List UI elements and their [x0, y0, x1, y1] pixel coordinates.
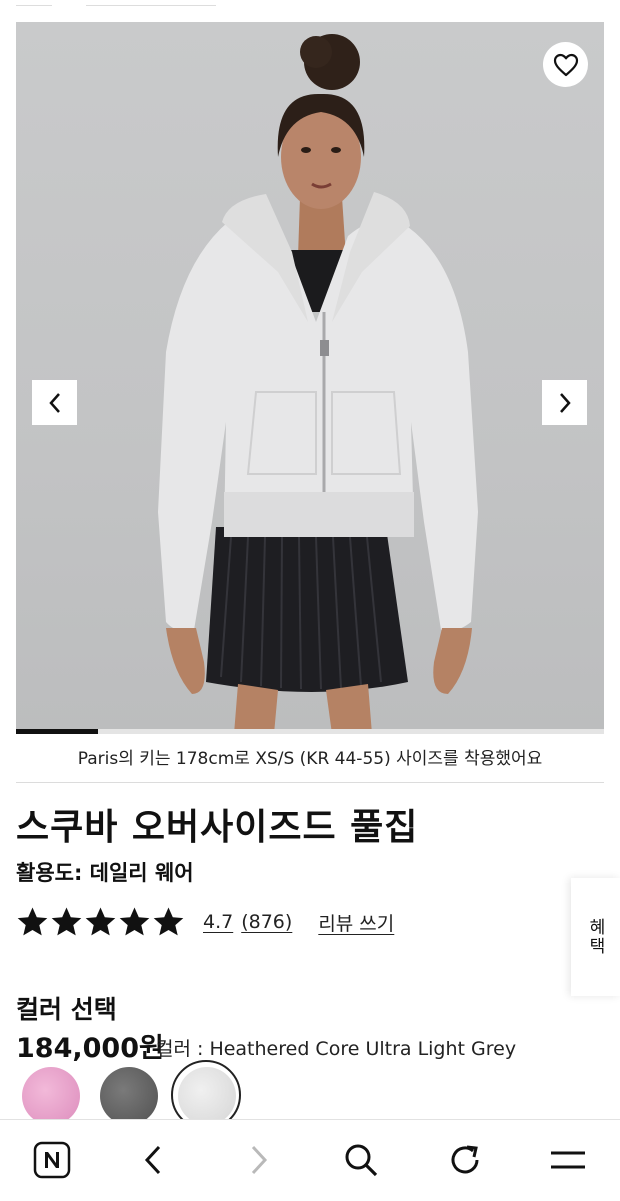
next-image-button[interactable]	[542, 380, 587, 425]
write-review-link[interactable]: 리뷰 쓰기	[318, 909, 394, 936]
search-icon	[345, 1144, 378, 1177]
benefits-side-tab-label: 혜택	[585, 918, 605, 956]
search-button[interactable]	[339, 1138, 383, 1182]
previous-image-button[interactable]	[32, 380, 77, 425]
naver-home-icon	[33, 1141, 71, 1179]
color-swatch-light-grey[interactable]	[178, 1067, 236, 1125]
naver-home-button[interactable]	[30, 1138, 74, 1182]
refresh-icon	[451, 1145, 479, 1174]
heart-outline-icon	[553, 53, 578, 76]
gallery-progress-fill	[16, 729, 99, 734]
back-icon	[144, 1145, 161, 1175]
color-swatch-dark-grey[interactable]	[100, 1067, 158, 1125]
refresh-button[interactable]	[443, 1138, 487, 1182]
color-select-heading: 컬러 선택	[16, 995, 117, 1024]
favorite-button[interactable]	[543, 42, 588, 87]
star-icon	[51, 907, 82, 935]
divider	[16, 782, 604, 783]
star-icon	[119, 907, 150, 935]
product-photo	[158, 34, 478, 734]
review-count-link[interactable]: (876)	[241, 911, 292, 933]
forward-button[interactable]	[237, 1138, 281, 1182]
star-icon	[85, 907, 116, 935]
star-icon	[17, 907, 48, 935]
back-button[interactable]	[131, 1138, 175, 1182]
benefits-side-tab[interactable]: 혜택	[571, 878, 620, 996]
menu-icon	[551, 1151, 585, 1169]
usage-label: 활용도: 데일리 웨어	[16, 861, 194, 885]
star-icon	[153, 907, 184, 935]
star-rating	[16, 906, 185, 939]
chevron-left-icon	[48, 392, 60, 413]
browser-bottom-bar	[0, 1119, 620, 1201]
forward-icon	[251, 1145, 268, 1175]
selected-color-label: 컬러 : Heathered Core Ultra Light Grey	[156, 1038, 517, 1060]
chevron-right-icon	[559, 392, 571, 413]
price: 184,000원	[16, 1033, 164, 1064]
product-image-gallery[interactable]	[16, 22, 604, 734]
tab-indicator-2[interactable]	[86, 5, 216, 6]
model-size-note: Paris의 키는 178cm로 XS/S (KR 44-55) 사이즈를 착용…	[77, 749, 543, 769]
tab-indicator-1[interactable]	[16, 5, 52, 6]
top-tab-strip	[0, 0, 620, 10]
gallery-progress-track	[16, 729, 604, 734]
rating-value-link[interactable]: 4.7	[203, 911, 233, 933]
product-title: 스쿠바 오버사이즈드 풀집	[16, 807, 419, 848]
color-swatch-pink[interactable]	[22, 1067, 80, 1125]
menu-button[interactable]	[546, 1138, 590, 1182]
rating-row: 4.7 (876) 리뷰 쓰기	[16, 903, 394, 941]
